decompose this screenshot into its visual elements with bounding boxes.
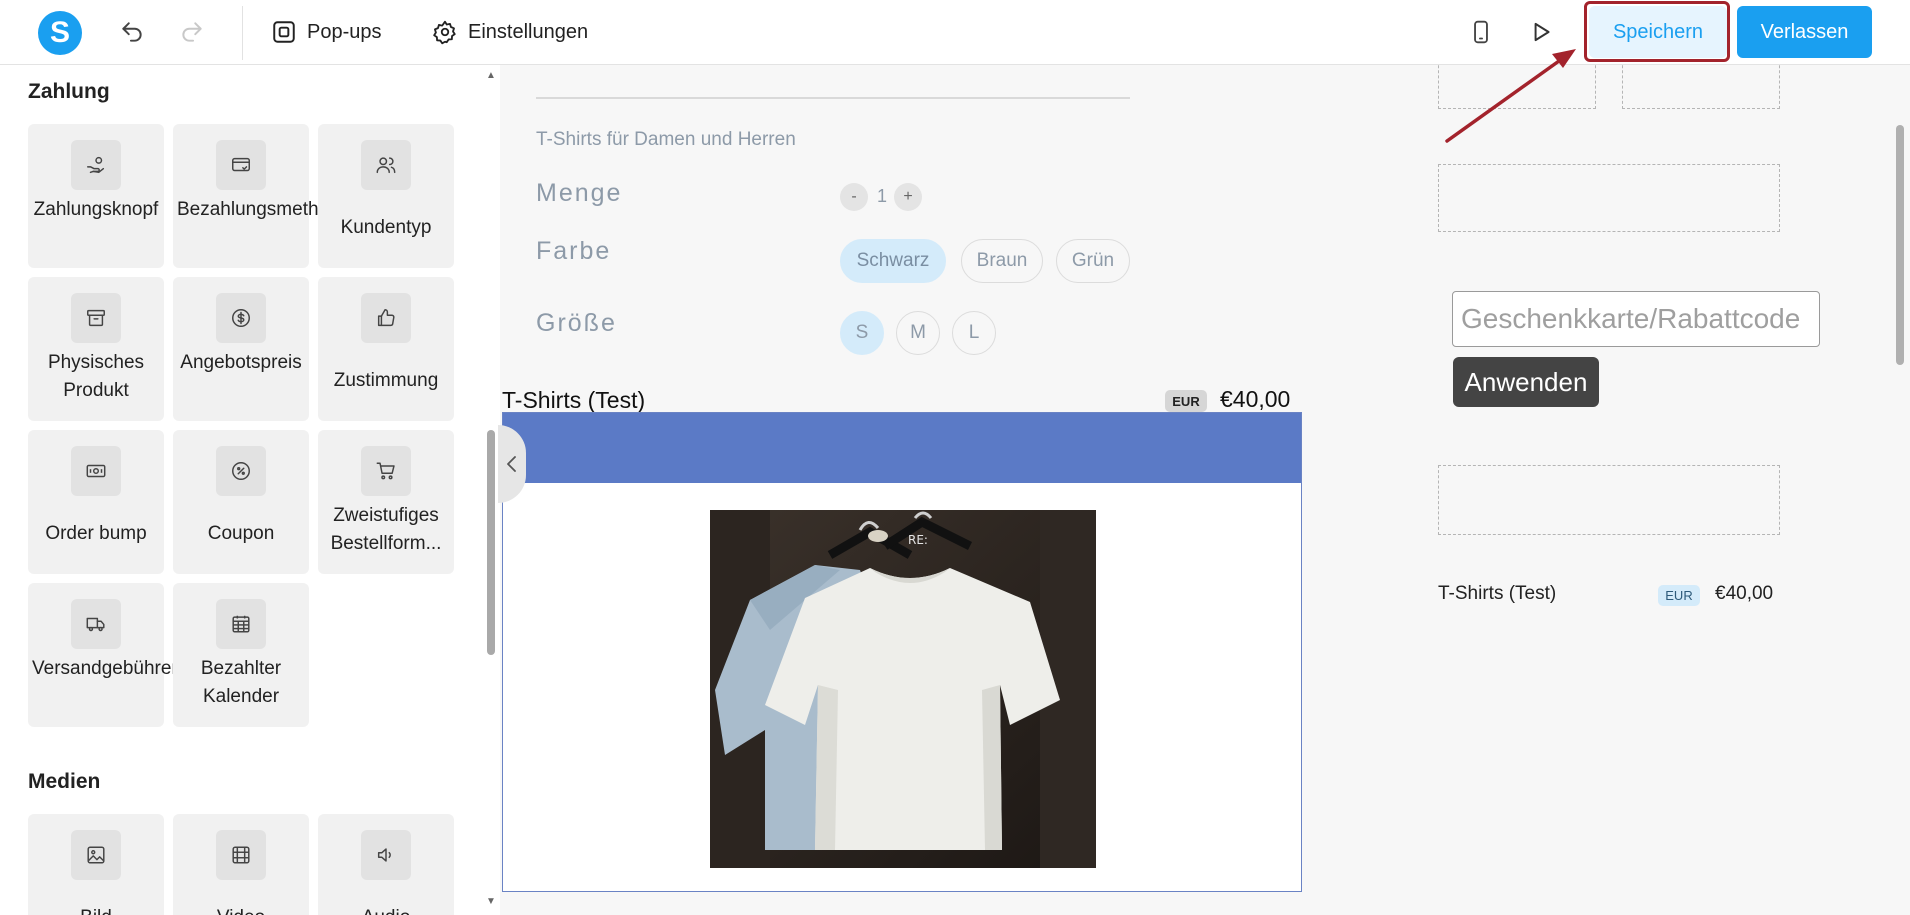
popups-button[interactable]: Pop-ups — [271, 17, 382, 47]
calendar-icon — [216, 599, 266, 649]
tile-zweistufiges-bestellformular[interactable]: Zweistufiges Bestellform... — [318, 430, 454, 574]
mobile-preview-icon[interactable] — [1466, 17, 1496, 47]
section-divider — [536, 97, 1130, 99]
product-title: T-Shirts (Test) — [502, 387, 646, 413]
play-preview-icon[interactable] — [1526, 17, 1556, 47]
toolbar-divider — [242, 6, 243, 60]
tile-label: Angebotspreis — [180, 352, 302, 373]
tile-label: Zweistufiges Bestellform... — [330, 505, 442, 554]
popups-label: Pop-ups — [307, 20, 382, 43]
quantity-minus-button[interactable]: - — [840, 183, 868, 211]
dollar-circle-icon — [216, 293, 266, 343]
tile-coupon[interactable]: Coupon — [173, 430, 309, 574]
settings-label: Einstellungen — [468, 20, 589, 43]
quantity-label: Menge — [536, 179, 623, 207]
apply-button[interactable]: Anwenden — [1453, 357, 1599, 407]
color-option-schwarz[interactable]: Schwarz — [840, 239, 946, 283]
product-header-band — [503, 413, 1301, 483]
tile-label: Coupon — [207, 523, 275, 544]
gear-icon — [433, 20, 456, 45]
settings-button[interactable]: Einstellungen — [432, 17, 588, 47]
sidebar-scrollbar-thumb[interactable] — [487, 430, 495, 655]
redo-icon[interactable] — [177, 17, 207, 47]
quantity-plus-button[interactable]: + — [894, 183, 922, 211]
logo-letter: S — [49, 16, 70, 49]
product-price: €40,00 — [1220, 386, 1291, 412]
cart-icon — [361, 446, 411, 496]
tile-audio[interactable]: Audio — [318, 814, 454, 915]
tile-label: Zustimmung — [333, 370, 439, 391]
editor-canvas: T-Shirts für Damen und Herren Menge - 1 … — [500, 65, 1910, 915]
app-logo[interactable]: S — [38, 11, 82, 55]
sidebar-scroll-down[interactable]: ▼ — [486, 897, 496, 907]
save-button-highlight — [1584, 1, 1730, 62]
tile-label: Bezahlter Kalender — [200, 658, 282, 707]
media-section-title: Medien — [28, 770, 101, 793]
leave-button[interactable]: Verlassen — [1737, 6, 1872, 58]
tile-order-bump[interactable]: Order bump — [28, 430, 164, 574]
placeholder-block-1[interactable] — [1438, 65, 1596, 109]
size-option-m[interactable]: M — [896, 311, 940, 355]
color-label: Farbe — [536, 237, 612, 265]
tile-label: Bezahlungsmethode — [177, 199, 351, 220]
speaker-icon — [361, 830, 411, 880]
tile-physisches-produkt[interactable]: Physisches Produkt — [28, 277, 164, 421]
color-option-gruen[interactable]: Grün — [1056, 239, 1130, 283]
tile-bezahlter-kalender[interactable]: Bezahlter Kalender — [173, 583, 309, 727]
svg-text:RE:: RE: — [908, 533, 928, 547]
currency-badge: EUR — [1165, 390, 1207, 412]
image-icon — [71, 830, 121, 880]
popup-window-icon — [273, 21, 295, 43]
chevron-left-icon — [507, 456, 516, 472]
tile-label: Versandgebühren — [32, 658, 183, 679]
quantity-value: 1 — [877, 186, 888, 206]
product-subtitle[interactable]: T-Shirts für Damen und Herren — [536, 129, 796, 151]
tile-label: Order bump — [45, 523, 147, 544]
size-option-l[interactable]: L — [952, 311, 996, 355]
elements-sidebar: Zahlung Zahlungsknopf Bezahlungsmethode … — [0, 65, 484, 915]
sidebar-scroll-up[interactable]: ▲ — [486, 71, 496, 81]
tile-label: Physisches Produkt — [47, 352, 145, 401]
tile-label: Zahlungsknopf — [33, 199, 159, 220]
archive-box-icon — [71, 293, 121, 343]
thumbs-up-icon — [361, 293, 411, 343]
summary-currency-badge: EUR — [1658, 585, 1700, 606]
tile-bild[interactable]: Bild — [28, 814, 164, 915]
tile-video[interactable]: Video — [173, 814, 309, 915]
banknote-icon — [71, 446, 121, 496]
tile-label: Audio — [322, 904, 450, 915]
tile-bezahlungsmethode[interactable]: Bezahlungsmethode — [173, 124, 351, 268]
hand-coin-icon — [71, 140, 121, 190]
discount-icon — [216, 446, 266, 496]
undo-icon[interactable] — [117, 17, 147, 47]
video-icon — [216, 830, 266, 880]
tile-label: Kundentyp — [340, 217, 432, 238]
tile-label: Video — [177, 904, 305, 915]
payment-section-title: Zahlung — [28, 80, 110, 103]
tile-angebotspreis[interactable]: Angebotspreis — [173, 277, 309, 421]
tile-zahlungsknopf[interactable]: Zahlungsknopf — [28, 124, 164, 268]
product-image-block[interactable]: RE: — [502, 412, 1302, 892]
placeholder-block-2[interactable] — [1622, 65, 1780, 109]
gift-code-input[interactable]: Geschenkkarte/Rabattcode — [1452, 291, 1820, 347]
tile-zustimmung[interactable]: Zustimmung — [318, 277, 454, 421]
tile-versandgebuehren[interactable]: Versandgebühren — [28, 583, 183, 727]
tshirt-photo[interactable]: RE: — [710, 510, 1096, 868]
color-option-braun[interactable]: Braun — [961, 239, 1043, 283]
tile-label: Bild — [32, 904, 160, 915]
canvas-scrollbar-thumb[interactable] — [1896, 125, 1904, 365]
summary-price: €40,00 — [1715, 583, 1774, 604]
truck-icon — [71, 599, 121, 649]
tile-kundentyp[interactable]: Kundentyp — [318, 124, 454, 268]
top-toolbar: S Pop-ups Einstellungen Speichern Verlas… — [0, 0, 1910, 65]
users-icon — [361, 140, 411, 190]
placeholder-block-3[interactable] — [1438, 164, 1780, 232]
size-option-s[interactable]: S — [840, 311, 884, 355]
summary-product-title: T-Shirts (Test) — [1438, 583, 1557, 604]
size-label: Größe — [536, 309, 617, 337]
placeholder-block-4[interactable] — [1438, 465, 1780, 535]
credit-card-icon — [216, 140, 266, 190]
